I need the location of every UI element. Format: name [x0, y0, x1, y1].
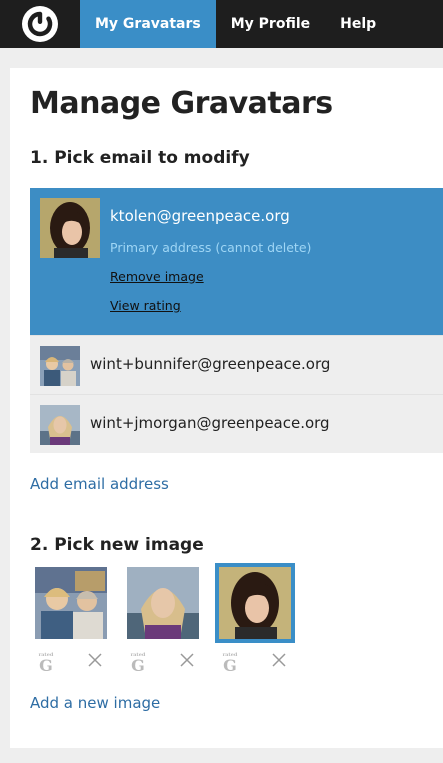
rating-g-icon[interactable]: rated G — [221, 652, 239, 674]
email-row[interactable]: wint+bunnifer@greenpeace.org — [30, 335, 443, 394]
email-address: wint+jmorgan@greenpeace.org — [90, 414, 330, 432]
nav-my-profile[interactable]: My Profile — [216, 0, 325, 48]
add-email-link[interactable]: Add email address — [30, 475, 169, 493]
avatar — [40, 405, 80, 445]
main-card: Manage Gravatars 1. Pick email to modify… — [10, 68, 443, 748]
email-row[interactable]: wint+jmorgan@greenpeace.org — [30, 394, 443, 453]
gravatar-logo-icon — [22, 6, 58, 42]
image-tile-selected[interactable] — [215, 563, 295, 643]
gravatar-image — [35, 567, 107, 639]
image-tile[interactable] — [35, 567, 107, 639]
step1-title: 1. Pick email to modify — [30, 148, 250, 168]
avatar — [40, 198, 100, 258]
rating-g-icon[interactable]: rated G — [129, 652, 147, 674]
close-icon[interactable] — [177, 650, 197, 670]
image-tile[interactable] — [127, 567, 199, 639]
avatar — [40, 346, 80, 386]
nav-my-gravatars[interactable]: My Gravatars — [80, 0, 216, 48]
add-new-image-link[interactable]: Add a new image — [30, 694, 160, 712]
gravatar-image — [127, 567, 199, 639]
gravatar-image — [219, 567, 291, 639]
rating-g-icon[interactable]: rated G — [37, 652, 55, 674]
primary-address-note: Primary address (cannot delete) — [110, 240, 312, 255]
close-icon[interactable] — [269, 650, 289, 670]
gravatar-logo[interactable] — [0, 0, 80, 48]
step2-title: 2. Pick new image — [30, 535, 204, 555]
remove-image-link[interactable]: Remove image — [110, 269, 204, 284]
view-rating-link[interactable]: View rating — [110, 298, 181, 313]
close-icon[interactable] — [85, 650, 105, 670]
page-title: Manage Gravatars — [30, 86, 333, 121]
email-address: wint+bunnifer@greenpeace.org — [90, 355, 331, 373]
selected-email-address: ktolen@greenpeace.org — [110, 207, 290, 225]
top-nav: My Gravatars My Profile Help — [0, 0, 443, 48]
email-selected-row[interactable]: ktolen@greenpeace.org Primary address (c… — [30, 188, 443, 335]
nav-help[interactable]: Help — [325, 0, 391, 48]
